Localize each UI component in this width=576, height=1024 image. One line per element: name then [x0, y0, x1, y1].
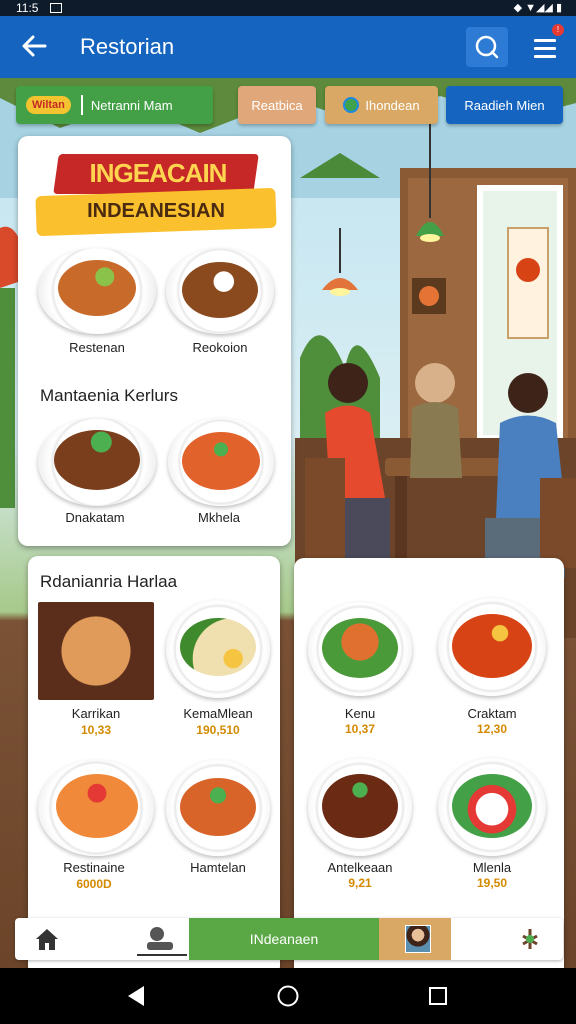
- dish-name: Reokoion: [192, 340, 248, 355]
- chef-icon: [147, 927, 173, 950]
- menu-card-featured: INGEACAIN INDEANESIAN Restenan Reokoion …: [18, 136, 291, 546]
- dish-price: 6000D: [76, 877, 112, 891]
- back-icon[interactable]: [124, 984, 148, 1008]
- back-arrow-icon[interactable]: [18, 30, 50, 62]
- banner-subtitle: INDEANESIAN: [87, 200, 225, 222]
- page-title: Restorian: [80, 34, 175, 59]
- dish-name: Hamtelan: [190, 860, 246, 875]
- dish-price: 10,37: [344, 722, 376, 736]
- menu-card-specials: Kenu 10,37 Craktam 12,30 Antelkeaan 9,21…: [294, 558, 564, 968]
- chip-ihondean[interactable]: Ihondean: [325, 86, 438, 124]
- status-time: 11:5: [16, 1, 39, 15]
- status-bar: 11:5 ◆ ▼◢◢ ▮: [0, 0, 576, 16]
- dish-image: [452, 774, 532, 838]
- dish-name: Restinaine: [63, 860, 125, 875]
- tab-label: INdeanaen: [249, 931, 319, 947]
- dish-name: KemaMlean: [183, 706, 253, 721]
- section-title: Rdanianria Harlaa: [40, 572, 178, 591]
- dish-name: Karrikan: [71, 706, 121, 721]
- dish-price: 10,33: [80, 723, 112, 737]
- dish-image: [322, 618, 398, 678]
- tab-indonesian[interactable]: INdeanaen: [189, 918, 379, 960]
- chip-label: Netranni Mam: [90, 97, 173, 113]
- dish-image: [182, 262, 258, 318]
- system-nav-bar: [0, 968, 576, 1024]
- banner: INGEACAIN INDEANESIAN: [35, 148, 277, 240]
- dish-price: 12,30: [476, 722, 508, 736]
- brand-logo: Wiltan: [26, 96, 71, 114]
- dish-image: [56, 774, 138, 838]
- home-icon[interactable]: [33, 926, 61, 952]
- chip-label: Ihondean: [365, 97, 420, 113]
- search-button[interactable]: [466, 27, 508, 67]
- dish-name: Restenan: [69, 340, 125, 355]
- chip-label: Reatbica: [251, 97, 303, 113]
- dish-price: 19,50: [476, 876, 508, 890]
- dish-image: [58, 260, 136, 316]
- dish-image: [182, 432, 260, 490]
- section-title: Mantaenia Kerlurs: [40, 386, 178, 405]
- notification-icon: [49, 3, 62, 13]
- chip-label: Raadieh Mien: [464, 97, 545, 113]
- chip-raadieh-mien[interactable]: Raadieh Mien: [446, 86, 563, 124]
- dish-name: Mkhela: [198, 510, 240, 525]
- tab-chef[interactable]: [137, 922, 187, 956]
- chip-divider: [80, 95, 83, 115]
- tab-profile[interactable]: [379, 918, 451, 960]
- recents-icon[interactable]: [428, 986, 448, 1006]
- dish-name: Kenu: [344, 706, 376, 721]
- chip-netranni-mam[interactable]: Wiltan Netranni Mam: [16, 86, 213, 124]
- chip-reatbica[interactable]: Reatbica: [238, 86, 316, 124]
- flower-icon[interactable]: [515, 924, 545, 954]
- notification-badge: !: [552, 24, 564, 36]
- menu-card-popular: Rdanianria Harlaa Karrikan 10,33 KemaMle…: [28, 556, 280, 968]
- globe-icon: [343, 97, 360, 113]
- dish-image[interactable]: [38, 602, 154, 700]
- banner-title: INGEACAIN: [89, 158, 228, 188]
- dish-image: [180, 618, 256, 676]
- dish-image: [322, 774, 398, 838]
- dish-image: [180, 778, 256, 836]
- dish-image: [54, 430, 140, 490]
- menu-icon[interactable]: [530, 34, 560, 62]
- search-icon: [475, 35, 499, 59]
- dish-name: Craktam: [467, 706, 517, 721]
- dish-image: [452, 614, 532, 678]
- app-bar: Restorian !: [0, 16, 576, 78]
- dish-name: Dnakatam: [65, 510, 125, 525]
- dish-name: Antelkeaan: [327, 860, 393, 875]
- avatar: [405, 925, 431, 953]
- signal-battery-icon: ◆ ▼◢◢ ▮: [513, 2, 562, 14]
- dish-price: 190,510: [196, 723, 240, 737]
- restaurant-scene: Wiltan Netranni Mam Reatbica Ihondean Ra…: [0, 78, 576, 968]
- dish-price: 9,21: [348, 876, 372, 890]
- bottom-tab-bar: INdeanaen: [15, 918, 563, 960]
- home-circle-icon[interactable]: [276, 984, 300, 1008]
- dish-name: Mlenla: [472, 860, 512, 875]
